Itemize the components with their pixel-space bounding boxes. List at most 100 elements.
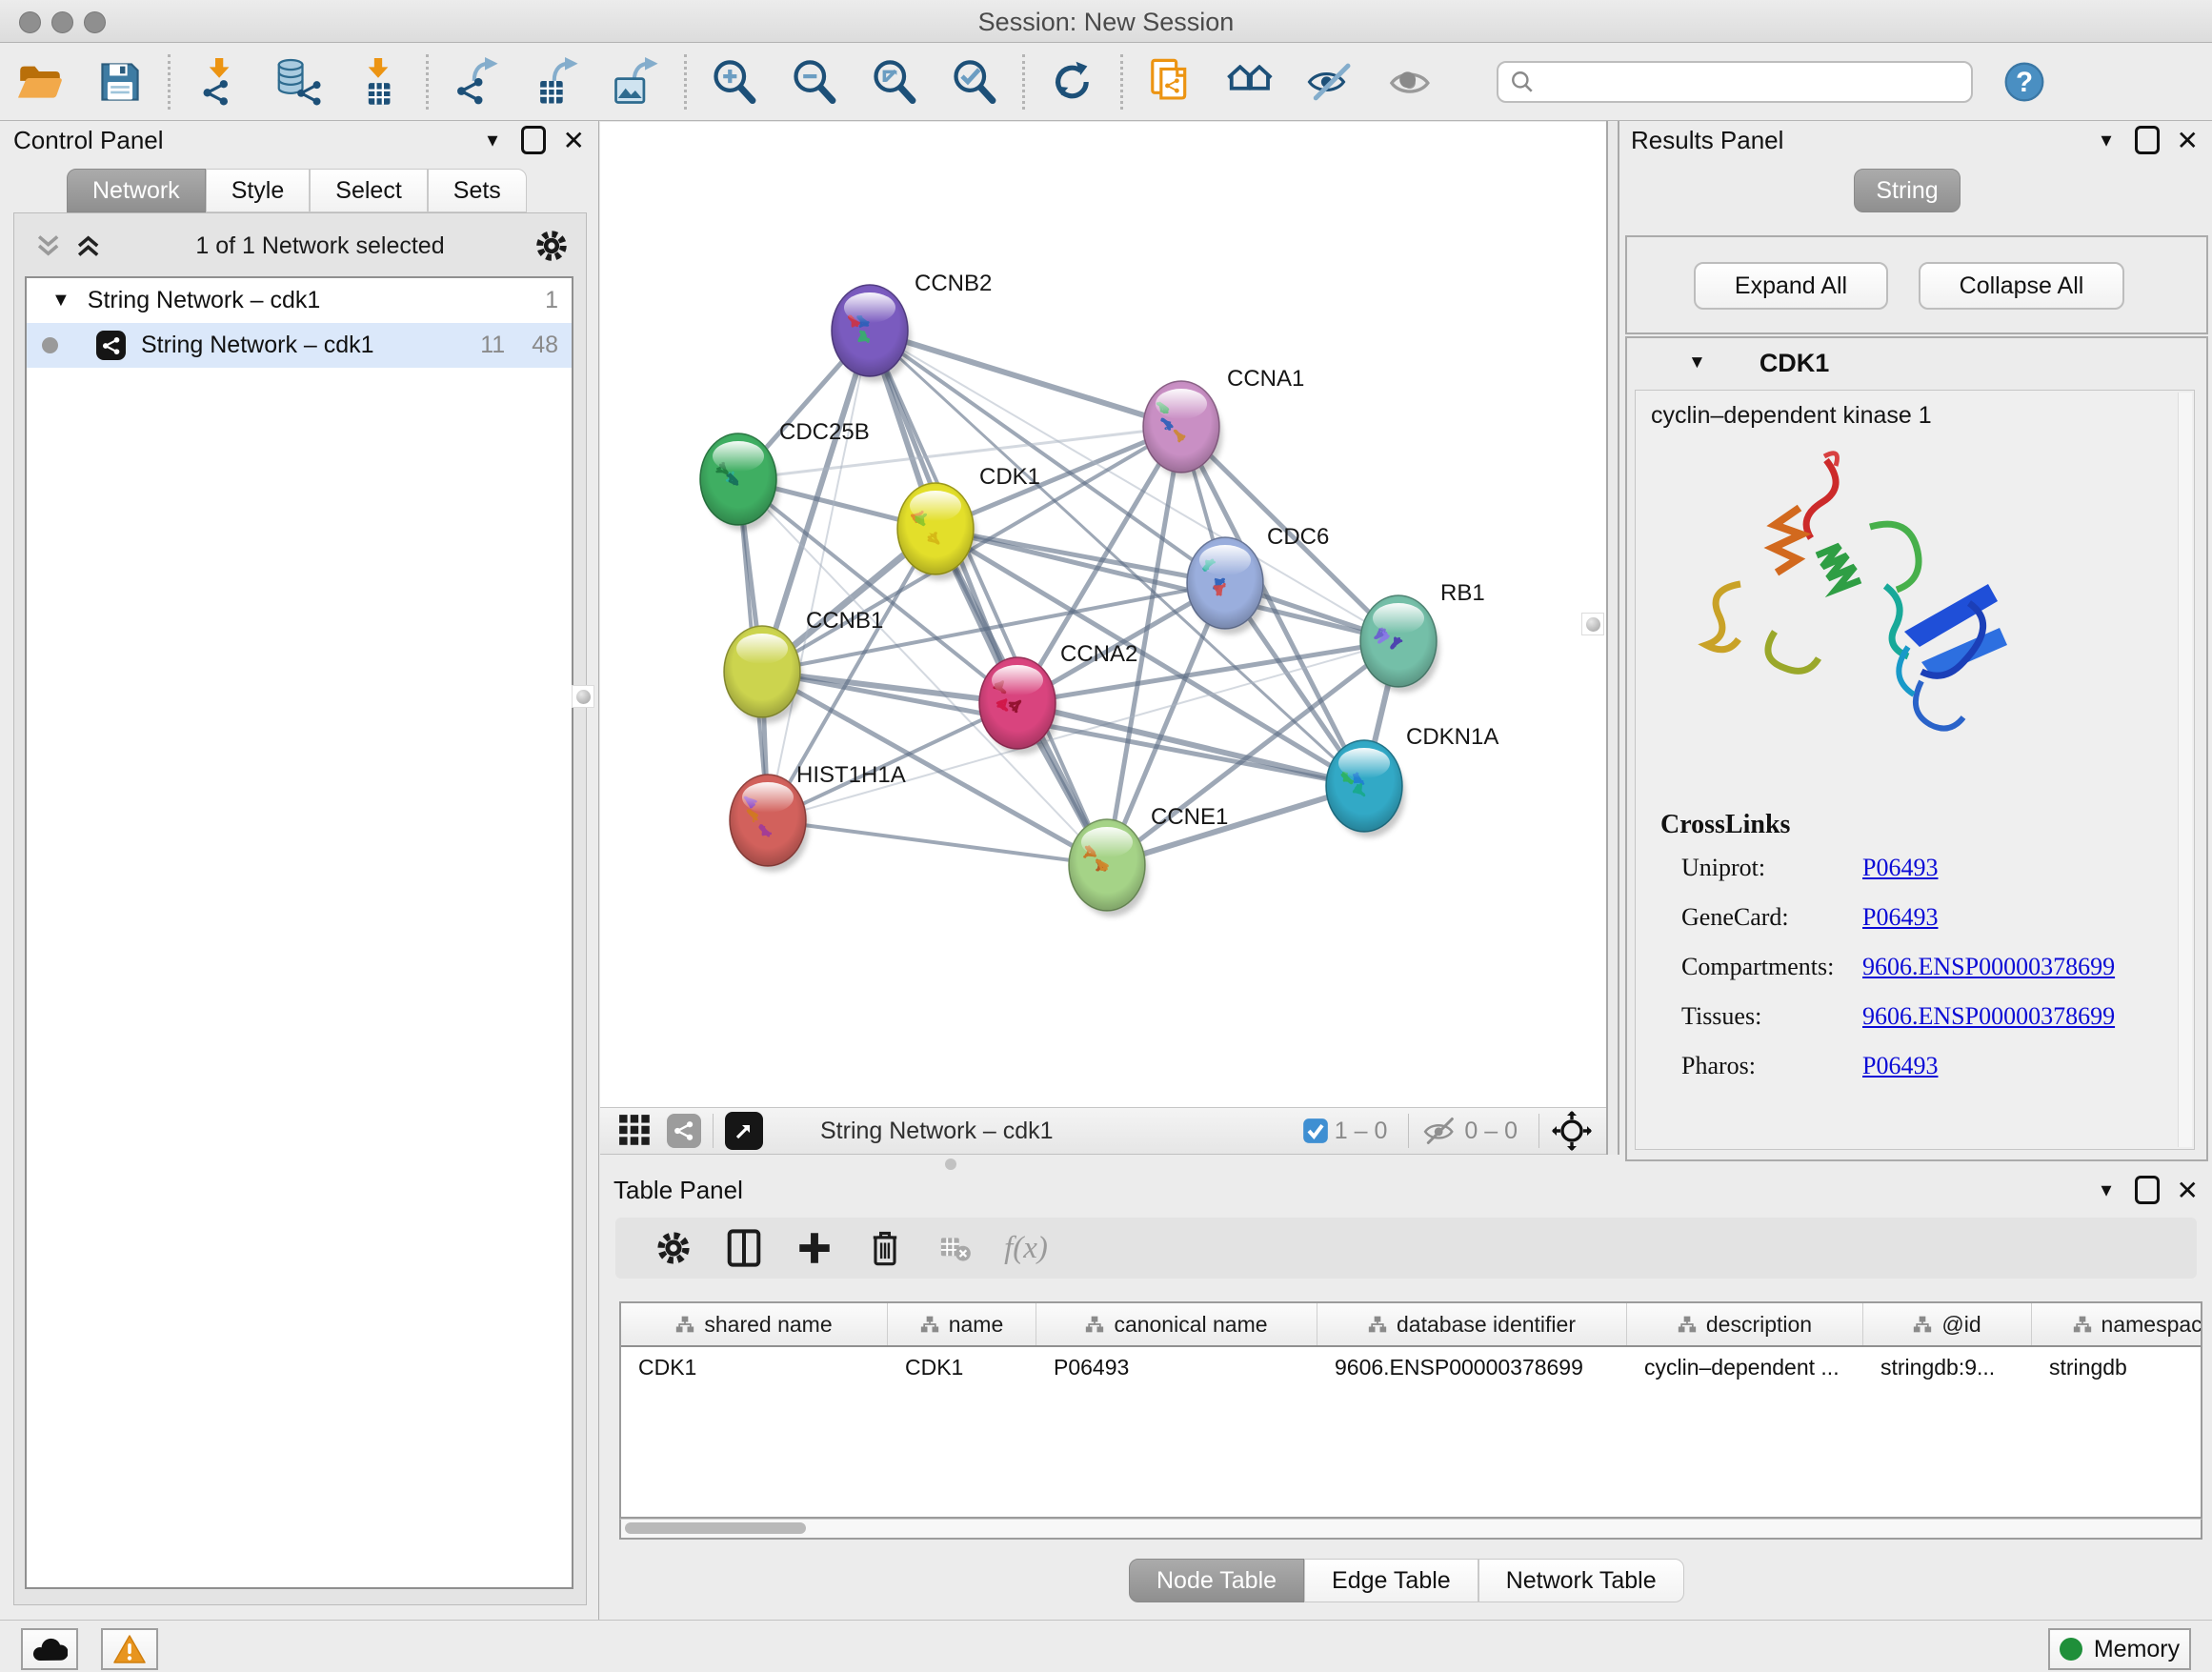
import-network-icon[interactable] [178, 53, 258, 111]
status-bar: Memory [0, 1620, 2212, 1672]
tab-string[interactable]: String [1854, 169, 1961, 212]
collapse-all-button[interactable]: Collapse All [1919, 262, 2124, 310]
zoom-selected-icon[interactable] [935, 53, 1015, 111]
node-CCNA1[interactable]: CCNA1 [1143, 366, 1304, 478]
node-HIST1H1A[interactable]: HIST1H1A [730, 762, 906, 872]
crosslink-link[interactable]: 9606.ENSP00000378699 [1862, 953, 2115, 981]
node-RB1[interactable]: RB1 [1360, 580, 1485, 693]
main-toolbar: ? [0, 43, 2212, 121]
refresh-icon[interactable] [1033, 53, 1113, 111]
splitter-handle[interactable] [1581, 613, 1604, 635]
open-session-icon[interactable] [0, 53, 80, 111]
splitter-handle[interactable] [572, 685, 594, 708]
help-icon[interactable]: ? [1984, 53, 2064, 111]
column-header-canonical-name[interactable]: canonical name [1036, 1303, 1317, 1345]
search-box[interactable] [1497, 61, 1973, 103]
column-header-shared-name[interactable]: shared name [621, 1303, 888, 1345]
table-hscrollbar[interactable] [619, 1519, 2202, 1540]
column-header-name[interactable]: name [888, 1303, 1036, 1345]
table-cell[interactable]: P06493 [1036, 1355, 1317, 1380]
panel-menu-icon[interactable]: ▾ [2101, 128, 2111, 152]
tab-select[interactable]: Select [310, 169, 427, 212]
node-CDKN1A[interactable]: CDKN1A [1326, 724, 1498, 837]
edge-CCNA2-CDKN1A[interactable] [1017, 703, 1364, 786]
show-selected-icon[interactable] [1371, 53, 1451, 111]
save-session-icon[interactable] [80, 53, 160, 111]
show-all-networks-icon[interactable] [1211, 53, 1291, 111]
memory-button[interactable]: Memory [2048, 1628, 2191, 1670]
crosslink-link[interactable]: P06493 [1862, 854, 1938, 882]
column-header-description[interactable]: description [1627, 1303, 1863, 1345]
export-image-icon[interactable] [596, 53, 676, 111]
network-collection-row[interactable]: ▼ String Network – cdk1 1 [27, 278, 572, 323]
gear-icon[interactable] [534, 229, 569, 263]
zoom-fit-icon[interactable] [855, 53, 935, 111]
edge-CCNB2-CCNA1[interactable] [870, 331, 1181, 427]
export-network-icon[interactable] [436, 53, 516, 111]
grid-view-icon[interactable] [617, 1113, 654, 1149]
zoom-in-icon[interactable] [694, 53, 774, 111]
import-table-icon[interactable] [338, 53, 418, 111]
crosslink-link[interactable]: P06493 [1862, 1052, 1938, 1080]
collapse-all-icon[interactable] [33, 232, 66, 260]
column-header-database-identifier[interactable]: database identifier [1317, 1303, 1627, 1345]
results-scrollbar[interactable] [2178, 393, 2192, 1147]
panel-float-icon[interactable] [2135, 1176, 2160, 1204]
collapse-triangle-icon[interactable]: ▼ [1688, 353, 1706, 373]
table-cell[interactable]: CDK1 [888, 1355, 1036, 1380]
table-cell[interactable]: 9606.ENSP00000378699 [1317, 1355, 1627, 1380]
network-view[interactable]: CCNB2CCNA1CDC25BCDK1CDC6RB1CCNB1CCNA2CDK… [600, 122, 1606, 1108]
tab-sets[interactable]: Sets [428, 169, 527, 212]
table-cell[interactable]: CDK1 [621, 1355, 888, 1380]
network-badge-icon[interactable] [667, 1114, 701, 1148]
panel-close-icon[interactable]: ✕ [2177, 1175, 2199, 1206]
hide-selected-icon[interactable] [1291, 53, 1371, 111]
table-cell[interactable]: cyclin–dependent ... [1627, 1355, 1863, 1380]
scrollbar-thumb[interactable] [625, 1522, 806, 1534]
expand-all-button[interactable]: Expand All [1694, 262, 1888, 310]
show-columns-icon[interactable] [709, 1221, 779, 1275]
selected-checkbox-icon[interactable] [1302, 1118, 1329, 1144]
gene-entry-header[interactable]: ▼ CDK1 [1627, 338, 2206, 388]
panel-menu-icon[interactable]: ▾ [487, 128, 497, 152]
tab-network-table[interactable]: Network Table [1478, 1559, 1684, 1602]
column-header-namespace[interactable]: namespace [2032, 1303, 2202, 1345]
crosslink-link[interactable]: P06493 [1862, 903, 1938, 932]
table-cell[interactable]: stringdb [2032, 1355, 2202, 1380]
column-header-@id[interactable]: @id [1863, 1303, 2032, 1345]
panel-close-icon[interactable]: ✕ [563, 125, 585, 156]
export-table-icon[interactable] [516, 53, 596, 111]
collapse-triangle-icon[interactable]: ▼ [51, 290, 70, 312]
cloud-button[interactable] [21, 1628, 78, 1670]
tab-node-table[interactable]: Node Table [1129, 1559, 1304, 1602]
panel-menu-icon[interactable]: ▾ [2101, 1178, 2111, 1202]
panel-float-icon[interactable] [2135, 126, 2160, 154]
zoom-out-icon[interactable] [774, 53, 855, 111]
expand-all-icon[interactable] [73, 232, 106, 260]
network-row[interactable]: String Network – cdk1 11 48 [27, 323, 572, 368]
birds-eye-view-icon[interactable] [1551, 1110, 1593, 1152]
create-column-icon[interactable] [779, 1221, 850, 1275]
delete-column-icon[interactable] [850, 1221, 920, 1275]
tab-edge-table[interactable]: Edge Table [1304, 1559, 1478, 1602]
table-cell[interactable]: stringdb:9... [1863, 1355, 2032, 1380]
table-gear-icon[interactable] [638, 1221, 709, 1275]
panel-close-icon[interactable]: ✕ [2177, 125, 2199, 156]
tab-network[interactable]: Network [67, 169, 206, 212]
node-CCNB2[interactable]: CCNB2 [832, 271, 992, 382]
node-table[interactable]: shared namenamecanonical namedatabase id… [619, 1301, 2202, 1519]
edge-CDKN1A-CCNE1[interactable] [1107, 786, 1364, 865]
edge-CCNB2-HIST1H1A[interactable] [768, 331, 870, 820]
crosslink-link[interactable]: 9606.ENSP00000378699 [1862, 1002, 2115, 1031]
table-row[interactable]: CDK1CDK1P064939606.ENSP00000378699cyclin… [621, 1347, 2201, 1387]
panel-float-icon[interactable] [521, 126, 546, 154]
open-in-window-icon[interactable] [725, 1112, 763, 1150]
edge-HIST1H1A-CCNE1[interactable] [768, 820, 1107, 865]
import-network-database-icon[interactable] [258, 53, 338, 111]
tab-style[interactable]: Style [206, 169, 311, 212]
copy-style-icon[interactable] [1131, 53, 1211, 111]
warning-button[interactable] [101, 1628, 158, 1670]
vertical-splitter[interactable] [1606, 121, 1619, 1170]
search-input[interactable] [1544, 68, 1960, 96]
node-CCNE1[interactable]: CCNE1 [1069, 804, 1228, 917]
